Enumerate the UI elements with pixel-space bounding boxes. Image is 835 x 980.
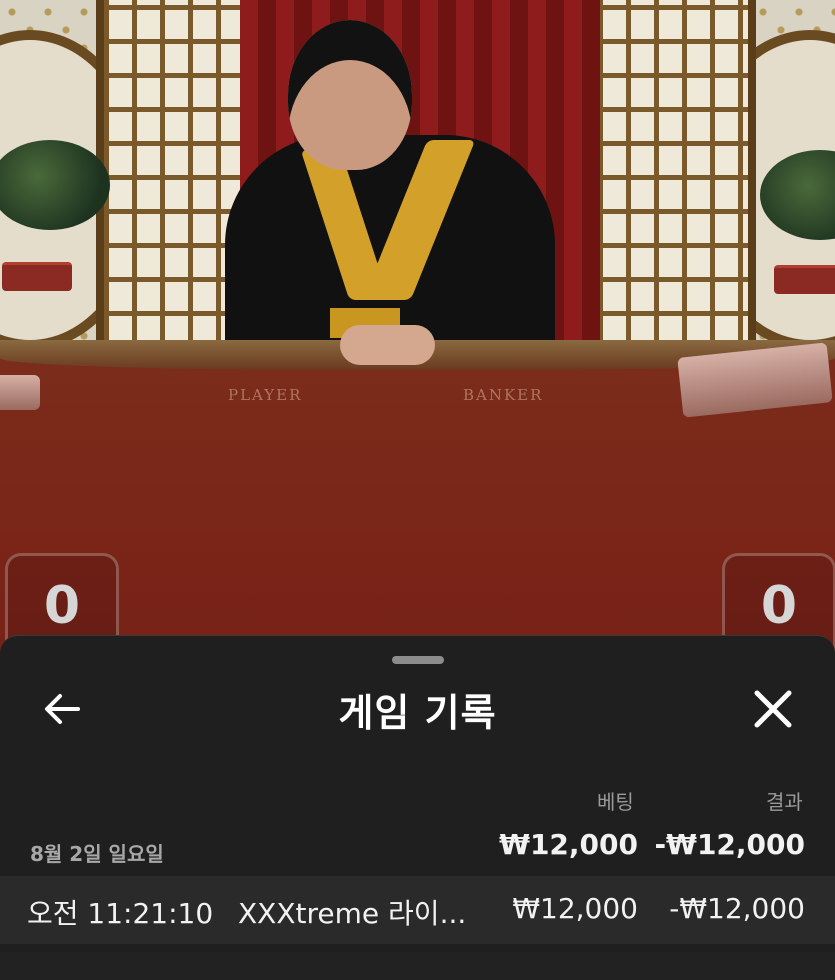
close-icon (754, 690, 792, 728)
history-row-bet: ₩12,000 (512, 892, 638, 925)
table-label-player: PLAYER (228, 386, 303, 404)
sheet-drag-handle[interactable] (392, 656, 444, 664)
day-total-result: -₩12,000 (654, 828, 805, 861)
history-row[interactable]: 오전 11:21:10 XXXtreme 라이... ₩12,000 -₩12,… (0, 876, 835, 944)
card-tray (0, 375, 40, 410)
bonsai-pot-right (774, 265, 835, 294)
history-row-time: 오전 11:21:10 (27, 897, 214, 930)
game-history-sheet: 게임 기록 베팅 결과 8월 2일 일요일 ₩12,000 -₩12,000 오… (0, 635, 835, 980)
history-row-game: XXXtreme 라이... (238, 897, 467, 930)
dealer-head (288, 20, 412, 170)
next-row-partial (0, 952, 835, 980)
day-total-bet: ₩12,000 (499, 828, 638, 861)
bonsai-pot-left (2, 262, 72, 291)
close-button[interactable] (748, 684, 798, 734)
lattice-screen-right (590, 0, 756, 350)
table-label-banker: BANKER (463, 386, 544, 404)
sheet-title: 게임 기록 (338, 691, 497, 735)
history-row-result: -₩12,000 (669, 892, 805, 925)
dealer-hand (340, 325, 435, 365)
day-summary-row: 8월 2일 일요일 ₩12,000 -₩12,000 (0, 818, 835, 874)
day-date-label: 8월 2일 일요일 (30, 842, 164, 866)
column-header-bet: 베팅 (597, 790, 634, 814)
column-header-result: 결과 (766, 790, 803, 814)
